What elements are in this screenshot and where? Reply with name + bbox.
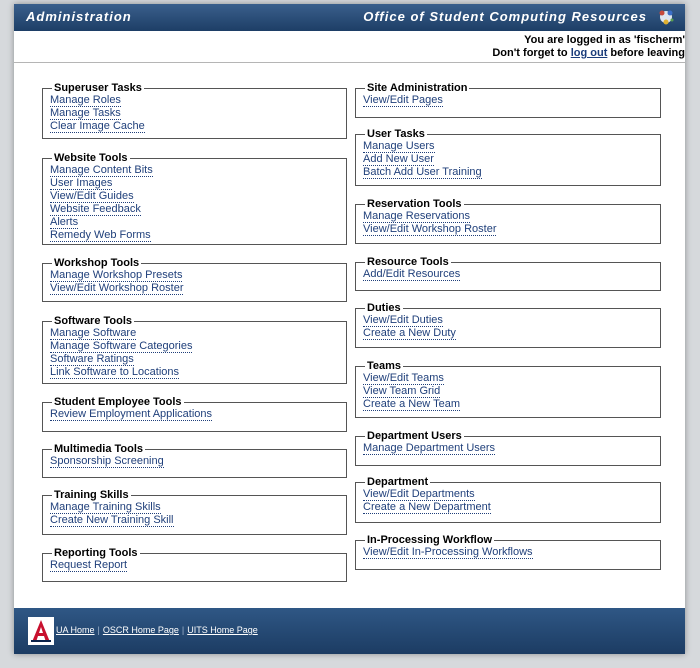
link-create-a-new-duty[interactable]: Create a New Duty [363,327,456,340]
login-status: You are logged in as 'fischerm' Don't fo… [285,34,685,60]
section-title: Duties [367,302,401,314]
link-view-edit-workshop-roster[interactable]: View/Edit Workshop Roster [363,223,497,236]
logout-reminder: Don't forget to log out before leaving [492,47,685,59]
section-department-users: Department Users Manage Department Users [355,430,661,466]
header-bar: Administration Office of Student Computi… [14,4,685,31]
section-resource-tools: Resource Tools Add/Edit Resources [355,256,661,291]
link-view-edit-pages[interactable]: View/Edit Pages [363,94,443,107]
link-create-a-new-department[interactable]: Create a New Department [363,501,491,514]
link-manage-tasks[interactable]: Manage Tasks [50,107,121,120]
logged-in-text: You are logged in as 'fischerm' [524,34,685,46]
footer-link-oscr-home[interactable]: OSCR Home Page [103,625,179,635]
link-add-new-user[interactable]: Add New User [363,153,434,166]
link-batch-add-user-training[interactable]: Batch Add User Training [363,166,482,179]
link-user-images[interactable]: User Images [50,177,113,190]
section-title: Resource Tools [367,256,449,268]
link-manage-department-users[interactable]: Manage Department Users [363,442,496,455]
link-manage-reservations[interactable]: Manage Reservations [363,210,471,223]
org-title: Office of Student Computing Resources [363,9,647,24]
link-manage-training-skills[interactable]: Manage Training Skills [50,501,161,514]
section-reservation-tools: Reservation Tools Manage Reservations Vi… [355,198,661,244]
section-workshop-tools: Workshop Tools Manage Workshop Presets V… [42,257,347,302]
section-title: Student Employee Tools [54,396,182,408]
section-teams: Teams View/Edit Teams View Team Grid Cre… [355,360,661,418]
header-divider [14,62,685,63]
section-user-tasks: User Tasks Manage Users Add New User Bat… [355,128,661,186]
footer-link-ua-home[interactable]: UA Home [56,625,95,635]
link-link-software-to-locations[interactable]: Link Software to Locations [50,366,180,379]
section-duties: Duties View/Edit Duties Create a New Dut… [355,302,661,348]
link-request-report[interactable]: Request Report [50,559,128,572]
section-title: User Tasks [367,128,425,140]
link-alerts[interactable]: Alerts [50,216,79,229]
section-title: Reservation Tools [367,198,462,210]
section-title: Reporting Tools [54,547,138,559]
link-sponsorship-screening[interactable]: Sponsorship Screening [50,455,164,468]
link-manage-software-categories[interactable]: Manage Software Categories [50,340,193,353]
link-view-edit-teams[interactable]: View/Edit Teams [363,372,444,385]
link-view-team-grid[interactable]: View Team Grid [363,385,441,398]
link-view-edit-in-processing-workflows[interactable]: View/Edit In-Processing Workflows [363,546,533,559]
section-title: Department [367,476,429,488]
link-remedy-web-forms[interactable]: Remedy Web Forms [50,229,151,242]
link-manage-content-bits[interactable]: Manage Content Bits [50,164,153,177]
section-title: Workshop Tools [54,257,140,269]
footer-link-uits-home[interactable]: UITS Home Page [187,625,258,635]
footer-bar: UA Home | OSCR Home Page | UITS Home Page [14,608,685,654]
section-department: Department View/Edit Departments Create … [355,476,661,523]
app-title: Administration [26,9,132,24]
section-title: Department Users [367,430,462,442]
link-separator: | [181,625,185,635]
link-software-ratings[interactable]: Software Ratings [50,353,134,366]
link-add-edit-resources[interactable]: Add/Edit Resources [363,268,461,281]
link-view-edit-departments[interactable]: View/Edit Departments [363,488,475,501]
section-title: In-Processing Workflow [367,534,493,546]
section-website-tools: Website Tools Manage Content Bits User I… [42,152,347,245]
university-a-logo-icon [28,617,54,645]
link-manage-users[interactable]: Manage Users [363,140,435,153]
section-reporting-tools: Reporting Tools Request Report [42,547,347,582]
oscr-sparkle-icon [659,10,674,25]
link-view-edit-guides[interactable]: View/Edit Guides [50,190,134,203]
section-superuser-tasks: Superuser Tasks Manage Roles Manage Task… [42,82,347,139]
section-site-administration: Site Administration View/Edit Pages [355,82,661,118]
link-separator: | [97,625,100,635]
section-title: Training Skills [54,489,129,501]
footer-links: UA Home | OSCR Home Page | UITS Home Page [56,625,258,635]
section-multimedia-tools: Multimedia Tools Sponsorship Screening [42,443,347,478]
link-create-new-training-skill[interactable]: Create New Training Skill [50,514,174,527]
link-create-a-new-team[interactable]: Create a New Team [363,398,461,411]
section-title: Software Tools [54,315,133,327]
link-manage-roles[interactable]: Manage Roles [50,94,121,107]
section-title: Website Tools [54,152,128,164]
section-title: Multimedia Tools [54,443,144,455]
link-manage-software[interactable]: Manage Software [50,327,137,340]
link-website-feedback[interactable]: Website Feedback [50,203,141,216]
logout-link[interactable]: log out [571,47,608,59]
link-clear-image-cache[interactable]: Clear Image Cache [50,120,145,133]
section-title: Teams [367,360,402,372]
section-title: Site Administration [367,82,468,94]
link-view-edit-workshop-roster[interactable]: View/Edit Workshop Roster [50,282,184,295]
link-review-employment-applications[interactable]: Review Employment Applications [50,408,213,421]
section-title: Superuser Tasks [54,82,142,94]
link-manage-workshop-presets[interactable]: Manage Workshop Presets [50,269,183,282]
link-view-edit-duties[interactable]: View/Edit Duties [363,314,443,327]
section-student-employee-tools: Student Employee Tools Review Employment… [42,396,347,432]
page-container: Administration Office of Student Computi… [14,4,685,654]
section-in-processing-workflow: In-Processing Workflow View/Edit In-Proc… [355,534,661,570]
section-software-tools: Software Tools Manage Software Manage So… [42,315,347,384]
section-training-skills: Training Skills Manage Training Skills C… [42,489,347,535]
